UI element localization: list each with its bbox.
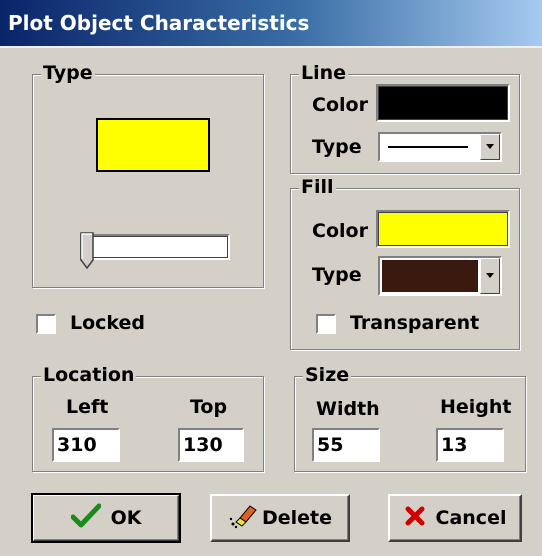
line-group-legend: Line [299, 62, 349, 84]
chevron-down-icon [486, 144, 494, 149]
locked-label[interactable]: Locked [70, 312, 145, 334]
transparent-checkbox[interactable] [316, 314, 336, 334]
cancel-button[interactable]: Cancel [388, 494, 522, 542]
size-height-label: Height [440, 396, 512, 418]
size-width-label: Width [316, 398, 380, 420]
width-input[interactable]: 55 [312, 428, 380, 462]
type-preview-swatch [96, 118, 210, 172]
cancel-button-label: Cancel [435, 507, 507, 529]
eraser-icon [228, 502, 258, 535]
line-color-label: Color [312, 94, 368, 116]
locked-checkbox[interactable] [36, 314, 56, 334]
location-top-label: Top [190, 396, 228, 418]
fill-type-dropdown-button[interactable] [480, 258, 500, 294]
size-group-legend: Size [303, 364, 352, 386]
height-input[interactable]: 13 [436, 428, 504, 462]
delete-button-label: Delete [261, 507, 333, 529]
line-type-dropdown[interactable] [378, 132, 502, 162]
type-group-legend: Type [41, 62, 95, 84]
type-slider-thumb[interactable] [80, 232, 94, 270]
ok-button-label: OK [110, 507, 142, 529]
fill-type-label: Type [312, 264, 362, 286]
location-group-legend: Location [41, 364, 137, 386]
top-input[interactable]: 130 [178, 428, 244, 462]
checkmark-icon [70, 503, 102, 534]
window-title: Plot Object Characteristics [8, 11, 310, 35]
left-input[interactable]: 310 [52, 428, 120, 462]
chevron-down-icon [486, 273, 494, 278]
delete-button[interactable]: Delete [210, 494, 350, 542]
fill-color-label: Color [312, 220, 368, 242]
ok-button[interactable]: OK [31, 493, 181, 543]
fill-color-swatch[interactable] [376, 210, 510, 248]
line-type-sample [388, 146, 468, 148]
fill-group-legend: Fill [299, 176, 336, 198]
line-color-swatch[interactable] [376, 84, 510, 122]
transparent-label[interactable]: Transparent [350, 312, 479, 334]
x-icon [404, 505, 426, 532]
fill-type-dropdown[interactable] [378, 256, 502, 296]
type-slider-track[interactable] [80, 234, 230, 260]
line-type-dropdown-button[interactable] [480, 134, 500, 160]
title-bar[interactable]: Plot Object Characteristics [0, 0, 542, 48]
line-type-label: Type [312, 136, 362, 158]
location-left-label: Left [66, 396, 109, 418]
fill-type-sample [382, 260, 478, 292]
